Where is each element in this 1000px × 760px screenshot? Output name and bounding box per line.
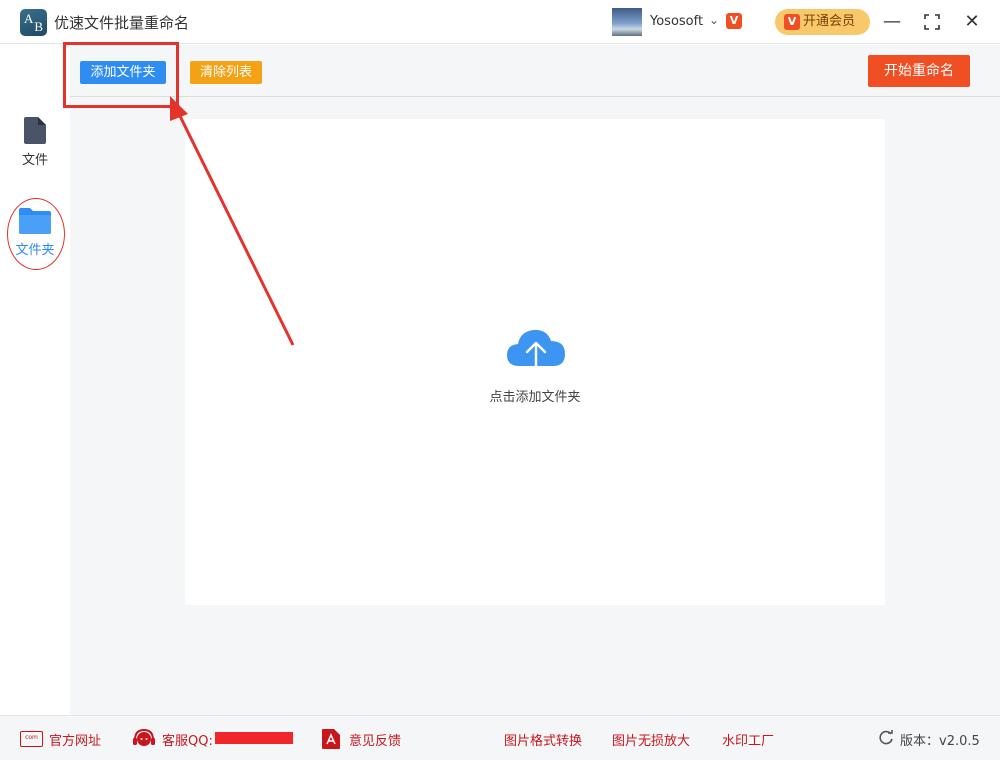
footer-link-watermark-factory[interactable]: 水印工厂 [722,730,774,749]
redacted-qq-number [215,732,293,744]
clear-list-button[interactable]: 清除列表 [190,61,262,84]
vip-icon: V [784,14,800,30]
refresh-icon [879,730,893,745]
sidebar-item-label: 文件 [21,153,48,168]
sidebar: 文件 文件夹 [0,45,70,715]
dropzone-text: 点击添加文件夹 [489,390,581,405]
chevron-down-icon[interactable]: ⌄ [709,13,719,27]
open-membership-button[interactable]: V 开通会员 [775,9,870,35]
user-avatar[interactable] [612,8,642,36]
website-icon: com [20,731,43,747]
annotation-circle [7,198,65,270]
maximize-button[interactable] [918,8,946,36]
user-name[interactable]: Yososoft [650,14,703,29]
start-rename-button[interactable]: 开始重命名 [868,55,970,87]
app-title: 优速文件批量重命名 [54,14,190,32]
cloud-upload-icon [507,329,565,378]
toolbar: 添加文件夹 清除列表 开始重命名 [63,42,1000,108]
sidebar-item-file[interactable]: 文件 [6,113,64,183]
close-button[interactable]: ✕ [958,8,986,36]
dropzone[interactable]: 点击添加文件夹 [185,119,885,605]
app-logo: A B [20,9,47,36]
headset-icon [133,728,155,746]
vip-badge-icon: V [726,13,742,29]
support-qq-label: 客服QQ: [162,734,213,749]
official-site-label: 官方网址 [49,734,102,749]
footer: com 官方网址 客服QQ: 意见反馈 图片格式转换 图片无损放大 水印工厂 版… [0,715,1000,760]
minimize-button[interactable]: — [878,8,906,36]
footer-link-image-lossless-enlarge[interactable]: 图片无损放大 [612,730,690,749]
main-area: 添加文件夹 清除列表 开始重命名 点击添加文件夹 [63,42,1000,715]
annotation-highlight-box [63,42,179,108]
document-icon [322,729,340,749]
open-membership-label: 开通会员 [803,14,856,29]
maximize-icon [924,14,940,30]
feedback-label: 意见反馈 [349,734,402,749]
footer-link-image-format-convert[interactable]: 图片格式转换 [504,730,582,749]
version-label: 版本：v2.0.5 [900,734,980,749]
file-icon [24,117,46,144]
title-bar: A B 优速文件批量重命名 Yososoft ⌄ V V 开通会员 — ✕ [0,0,1000,44]
